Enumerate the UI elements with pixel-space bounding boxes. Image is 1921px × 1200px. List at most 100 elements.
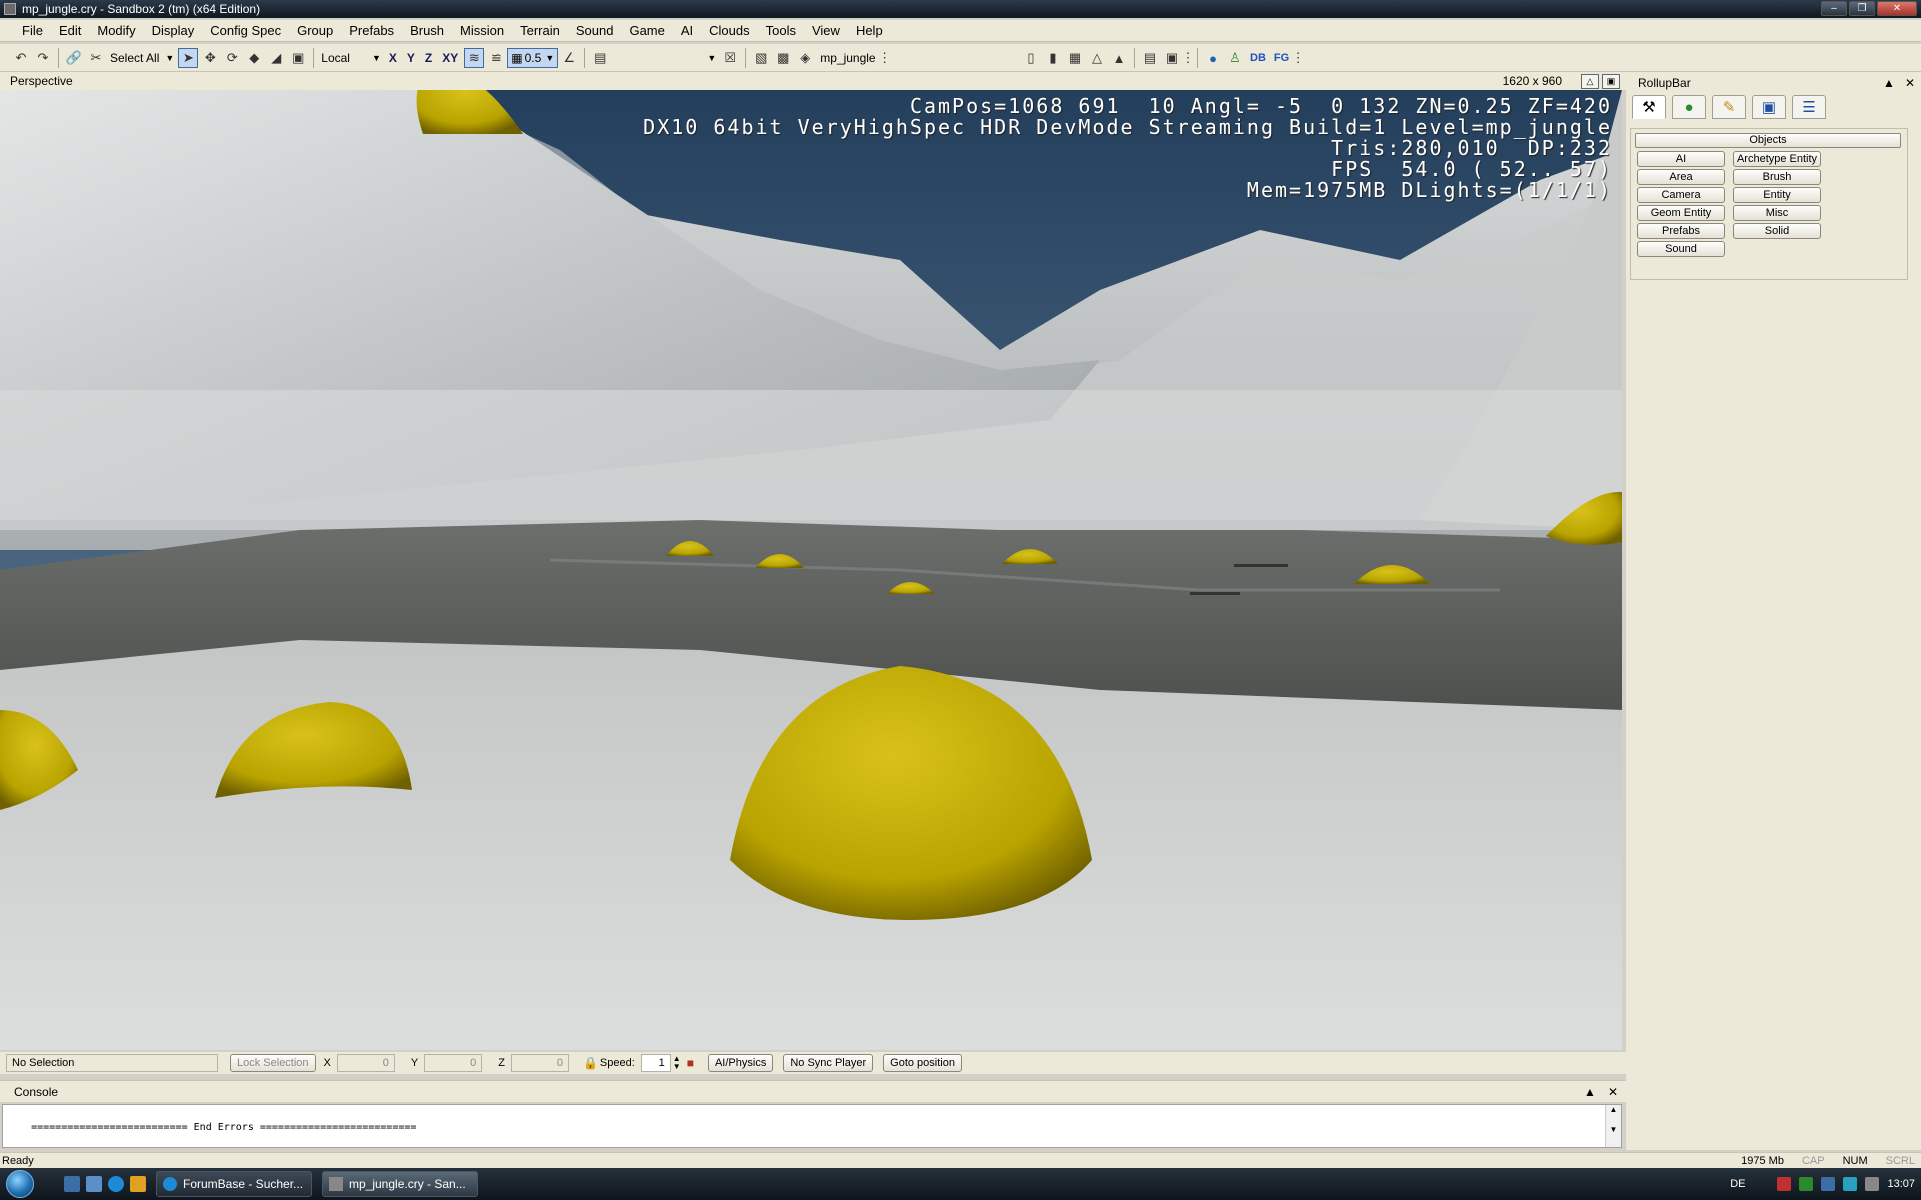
toolbar-overflow-icon[interactable]: ⋮: [1292, 48, 1305, 68]
object-brush-button[interactable]: Brush: [1733, 169, 1821, 185]
menu-group[interactable]: Group: [289, 23, 341, 38]
unlink-icon[interactable]: ✂: [86, 48, 106, 68]
select-tool-icon[interactable]: ➤: [178, 47, 199, 68]
menu-prefabs[interactable]: Prefabs: [341, 23, 402, 38]
toolbar-overflow-icon[interactable]: ⋮: [878, 48, 891, 68]
toolbar-overflow-icon[interactable]: ⋮: [1182, 48, 1195, 68]
menu-display[interactable]: Display: [144, 23, 203, 38]
tab-modify[interactable]: ✎: [1712, 95, 1746, 119]
object-geom-entity-button[interactable]: Geom Entity: [1637, 205, 1725, 221]
taskbar-item-forumbase[interactable]: ForumBase - Sucher...: [156, 1171, 312, 1197]
object-misc-button[interactable]: Misc: [1733, 205, 1821, 221]
terrain-align-icon[interactable]: △: [1087, 48, 1107, 68]
pin-icon[interactable]: ▲: [1584, 1085, 1596, 1099]
menu-tools[interactable]: Tools: [758, 23, 804, 38]
align-left-icon[interactable]: ▯: [1021, 48, 1041, 68]
material-editor-icon[interactable]: ▣: [1162, 48, 1182, 68]
physics-align-icon[interactable]: ▲: [1109, 48, 1129, 68]
viewport-maximize-icon[interactable]: ▣: [1602, 73, 1620, 89]
lock-selection-button[interactable]: Lock Selection: [230, 1054, 316, 1072]
speed-spinner[interactable]: ▲ ▼: [673, 1055, 681, 1071]
object-sound-button[interactable]: Sound: [1637, 241, 1725, 257]
console-output[interactable]: ========================== End Errors ==…: [2, 1104, 1622, 1148]
perspective-viewport[interactable]: CamPos=1068 691 10 Angl= -5 0 132 ZN=0.2…: [0, 90, 1622, 1050]
level-name[interactable]: mp_jungle: [820, 51, 875, 65]
layer-dropdown[interactable]: ▼: [611, 48, 719, 68]
console-view-icon[interactable]: ▤: [1140, 48, 1160, 68]
axis-x-button[interactable]: X: [389, 51, 397, 65]
menu-file[interactable]: File: [14, 23, 51, 38]
y-coordinate-field[interactable]: 0: [424, 1054, 483, 1072]
coord-system-dropdown[interactable]: Local ▼: [318, 48, 384, 68]
axis-y-button[interactable]: Y: [407, 51, 415, 65]
tab-display[interactable]: ▣: [1752, 95, 1786, 119]
close-icon[interactable]: ✕: [1608, 1085, 1618, 1099]
link-icon[interactable]: 🔗: [64, 48, 84, 68]
show-desktop-icon[interactable]: [64, 1176, 80, 1192]
menu-game[interactable]: Game: [621, 23, 672, 38]
viewport-options-icon[interactable]: △: [1581, 73, 1599, 89]
menu-brush[interactable]: Brush: [402, 23, 452, 38]
menu-mission[interactable]: Mission: [452, 23, 512, 38]
scale-tool-icon[interactable]: ◆: [244, 48, 264, 68]
menu-view[interactable]: View: [804, 23, 848, 38]
switch-windows-icon[interactable]: [86, 1176, 102, 1192]
delete-layer-icon[interactable]: ☒: [720, 48, 740, 68]
axis-xy-button[interactable]: XY: [442, 51, 458, 65]
rect-select-icon[interactable]: ▣: [288, 48, 308, 68]
player-icon[interactable]: ■: [687, 1056, 694, 1070]
angle-snap-icon[interactable]: ∠: [559, 48, 579, 68]
antivirus-icon[interactable]: [1777, 1177, 1792, 1191]
close-button[interactable]: ✕: [1877, 1, 1917, 16]
x-coordinate-field[interactable]: 0: [336, 1054, 395, 1072]
menu-edit[interactable]: Edit: [51, 23, 89, 38]
pin-icon[interactable]: ▲: [1883, 76, 1895, 90]
clock[interactable]: 13:07: [1887, 1178, 1915, 1190]
export-icon[interactable]: ▧: [751, 48, 771, 68]
import-icon[interactable]: ▩: [773, 48, 793, 68]
objects-section-button[interactable]: Objects: [1635, 133, 1901, 148]
maximize-button[interactable]: ❐: [1849, 1, 1875, 16]
object-solid-button[interactable]: Solid: [1733, 223, 1821, 239]
menu-ai[interactable]: AI: [673, 23, 701, 38]
redo-icon[interactable]: ↷: [33, 48, 53, 68]
axis-z-button[interactable]: Z: [425, 51, 432, 65]
menu-sound[interactable]: Sound: [568, 23, 622, 38]
flowgraph-button[interactable]: FG: [1274, 52, 1289, 64]
undo-icon[interactable]: ↶: [11, 48, 31, 68]
object-area-button[interactable]: Area: [1637, 169, 1725, 185]
tray-monitor-icon[interactable]: [1843, 1177, 1858, 1191]
console-scrollbar[interactable]: ▲ ▼: [1605, 1105, 1621, 1147]
speed-input[interactable]: 1: [640, 1054, 671, 1072]
level-layers-icon[interactable]: ◈: [795, 48, 815, 68]
tab-terrain[interactable]: ●: [1672, 95, 1706, 119]
tab-objects[interactable]: ⚒: [1632, 95, 1666, 119]
tab-layers[interactable]: ☰: [1792, 95, 1826, 119]
grid-view-icon[interactable]: ▦: [1065, 48, 1085, 68]
select-all-dropdown[interactable]: Select All ▼: [107, 48, 177, 68]
no-sync-player-button[interactable]: No Sync Player: [783, 1054, 874, 1072]
grid-snap-dropdown[interactable]: ▦ 0.5 ▼: [507, 47, 559, 68]
volume-icon[interactable]: [1865, 1177, 1880, 1191]
menu-modify[interactable]: Modify: [89, 23, 143, 38]
internet-explorer-icon[interactable]: [108, 1176, 124, 1192]
select-terrain-icon[interactable]: ◢: [266, 48, 286, 68]
snap-terrain-icon[interactable]: ≋: [464, 47, 485, 68]
start-button[interactable]: [0, 1168, 40, 1200]
media-player-icon[interactable]: [130, 1176, 146, 1192]
layer-list-icon[interactable]: ▤: [590, 48, 610, 68]
tray-app-icon[interactable]: [1799, 1177, 1814, 1191]
database-button[interactable]: DB: [1250, 52, 1266, 64]
rotate-tool-icon[interactable]: ⟳: [222, 48, 242, 68]
z-coordinate-field[interactable]: 0: [510, 1054, 569, 1072]
move-tool-icon[interactable]: ✥: [200, 48, 220, 68]
object-entity-button[interactable]: Entity: [1733, 187, 1821, 203]
object-prefabs-button[interactable]: Prefabs: [1637, 223, 1725, 239]
menu-help[interactable]: Help: [848, 23, 891, 38]
menu-clouds[interactable]: Clouds: [701, 23, 757, 38]
globe-icon[interactable]: ●: [1203, 48, 1223, 68]
menu-config-spec[interactable]: Config Spec: [202, 23, 289, 38]
ai-physics-button[interactable]: AI/Physics: [707, 1054, 774, 1072]
network-icon[interactable]: [1821, 1177, 1836, 1191]
object-ai-button[interactable]: AI: [1637, 151, 1725, 167]
